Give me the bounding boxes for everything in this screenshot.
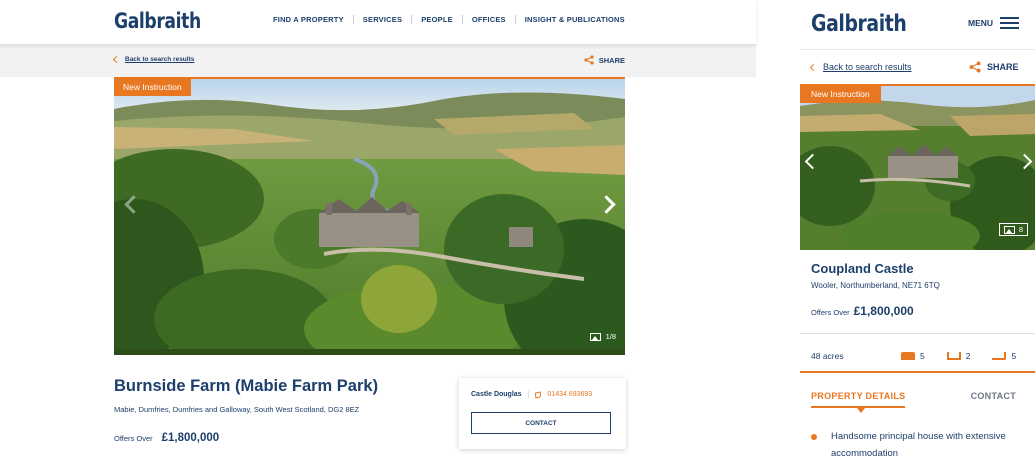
bathrooms-stat: 2	[946, 351, 971, 361]
property-title: Burnside Farm (Mabie Farm Park)	[114, 377, 379, 395]
share-label: SHARE	[598, 55, 625, 65]
receptions-stat: 5	[992, 351, 1016, 361]
price-prefix: Offers Over	[114, 434, 153, 443]
chevron-left-icon	[112, 55, 121, 64]
sofa-icon	[992, 352, 1007, 360]
image-icon	[589, 332, 601, 341]
image-counter-text: 1/8	[605, 332, 616, 341]
acres-value: 48 acres	[811, 351, 844, 361]
price-value: £1,800,000	[161, 432, 220, 444]
office-separator: |	[527, 391, 530, 398]
mobile-property-title: Coupland Castle	[811, 261, 914, 276]
property-address: Mabie, Dumfries, Dumfries and Galloway, …	[114, 405, 360, 414]
mobile-property-price: Offers Over £1,800,000	[811, 304, 914, 318]
image-counter[interactable]: 1/8	[589, 332, 616, 341]
mobile-view: Galbraith MENU Back to search results SH…	[800, 0, 1035, 474]
desktop-view: Galbraith FIND A PROPERTY SERVICES PEOPL…	[0, 0, 756, 474]
mobile-new-instruction-badge: New Instruction	[800, 86, 881, 103]
mobile-property-gallery[interactable]: New Instruction 8	[800, 84, 1035, 250]
bed-icon	[901, 352, 915, 360]
feature-text: Handsome principal house with extensive …	[831, 431, 1006, 459]
property-photo	[114, 79, 625, 355]
tab-property-details[interactable]: PROPERTY DETAILS	[811, 391, 906, 413]
mobile-price-prefix: Offers Over	[811, 308, 850, 317]
brand-logo[interactable]: Galbraith	[114, 9, 201, 33]
property-toolbar: Back to search results SHARE	[0, 44, 756, 77]
receptions-count: 5	[1011, 351, 1017, 361]
back-to-results-link[interactable]: Back to search results	[112, 55, 195, 64]
bedrooms-stat: 5	[901, 351, 925, 361]
property-tabs: PROPERTY DETAILS CONTACT	[811, 391, 1024, 413]
office-name[interactable]: Castle Douglas	[471, 391, 522, 398]
share-icon	[969, 61, 981, 73]
menu-label: MENU	[968, 18, 994, 28]
bath-icon	[946, 352, 961, 360]
mobile-share-button[interactable]: SHARE	[969, 61, 1019, 73]
nav-people[interactable]: PEOPLE	[411, 15, 462, 24]
nav-insight-publications[interactable]: INSIGHT & PUBLICATIONS	[514, 15, 634, 24]
nav-offices[interactable]: OFFICES	[461, 15, 515, 24]
bullet-icon	[811, 434, 817, 440]
mobile-price-value: £1,800,000	[853, 304, 914, 318]
share-button[interactable]: SHARE	[584, 55, 625, 65]
office-phone[interactable]: 01434 693693	[547, 391, 592, 398]
divider	[800, 333, 1035, 334]
nav-find-a-property[interactable]: FIND A PROPERTY	[273, 15, 353, 24]
new-instruction-badge: New Instruction	[114, 79, 191, 96]
mobile-property-address: Wooler, Northumberland, NE71 6TQ	[811, 281, 940, 290]
nav-services[interactable]: SERVICES	[352, 15, 411, 24]
share-icon	[584, 55, 594, 65]
bedrooms-count: 5	[920, 351, 925, 361]
mobile-image-counter-text: 8	[1018, 225, 1023, 234]
mobile-back-label: Back to search results	[823, 62, 912, 72]
property-gallery[interactable]: New Instruction 1/8	[114, 77, 625, 355]
property-stats: 48 acres 5 2 5	[811, 348, 1031, 364]
accent-divider	[800, 371, 1035, 373]
property-price: Offers Over £1,800,000	[114, 432, 219, 444]
tab-contact[interactable]: CONTACT	[971, 391, 1024, 408]
mobile-image-counter[interactable]: 8	[998, 223, 1028, 236]
chevron-left-icon	[809, 63, 818, 71]
bathrooms-count: 2	[965, 351, 971, 361]
phone-icon	[534, 391, 542, 398]
hamburger-icon	[1000, 17, 1020, 29]
agent-contact-card: Castle Douglas | 01434 693693 CONTACT	[459, 378, 626, 449]
back-link-label: Back to search results	[125, 56, 195, 63]
contact-button[interactable]: CONTACT	[471, 412, 611, 434]
menu-button[interactable]: MENU	[968, 17, 1020, 29]
mobile-share-label: SHARE	[987, 62, 1019, 72]
site-header: Galbraith FIND A PROPERTY SERVICES PEOPL…	[0, 0, 756, 44]
mobile-header: Galbraith MENU	[800, 0, 1035, 50]
main-nav: FIND A PROPERTY SERVICES PEOPLE OFFICES …	[273, 15, 634, 24]
mobile-brand-logo[interactable]: Galbraith	[811, 11, 907, 37]
office-info: Castle Douglas | 01434 693693	[471, 391, 592, 398]
mobile-back-link[interactable]: Back to search results	[809, 62, 912, 72]
feature-list-item: Handsome principal house with extensive …	[811, 428, 1026, 462]
image-icon	[1003, 225, 1015, 234]
